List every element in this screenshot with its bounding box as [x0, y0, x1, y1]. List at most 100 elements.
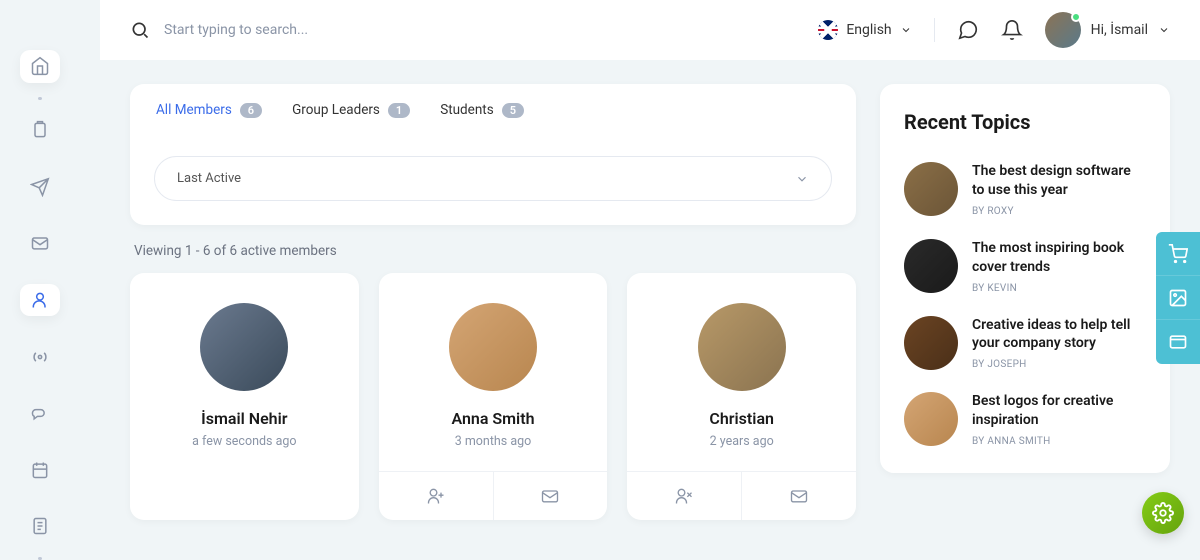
nav-broadcast[interactable] [20, 340, 60, 373]
settings-fab[interactable] [1142, 492, 1184, 534]
nav-calendar[interactable] [20, 454, 60, 487]
window-icon [1168, 332, 1188, 352]
user-x-icon [674, 486, 694, 506]
tab-label: Group Leaders [292, 102, 380, 118]
member-avatar [449, 303, 537, 391]
topic-content: Best logos for creative inspiration BY A… [972, 392, 1146, 447]
topic-title: Creative ideas to help tell your company… [972, 316, 1146, 354]
rail-window-button[interactable] [1156, 320, 1200, 364]
content: All Members 6 Group Leaders 1 Students 5… [130, 84, 1170, 520]
tab-label: All Members [156, 102, 232, 118]
topbar: English Hi, İsmail [100, 0, 1200, 60]
nav-chat[interactable] [20, 397, 60, 430]
member-meta: 2 years ago [647, 434, 836, 449]
rail-image-button[interactable] [1156, 276, 1200, 320]
search-icon [130, 20, 150, 40]
calendar-icon [30, 460, 50, 480]
member-meta: 3 months ago [399, 434, 588, 449]
home-icon [30, 56, 50, 76]
divider [934, 18, 935, 42]
chevron-down-icon [795, 172, 809, 186]
online-status-dot [1071, 12, 1081, 22]
side-rail [1156, 232, 1200, 364]
nav-separator [38, 97, 42, 100]
member-name[interactable]: Anna Smith [399, 409, 588, 428]
member-name[interactable]: Christian [647, 409, 836, 428]
search-input[interactable] [164, 22, 464, 38]
main: All Members 6 Group Leaders 1 Students 5… [100, 60, 1200, 550]
topic-item[interactable]: The best design software to use this yea… [904, 162, 1146, 217]
user-menu[interactable]: Hi, İsmail [1045, 12, 1170, 48]
messages-button[interactable] [957, 19, 979, 41]
notifications-button[interactable] [1001, 19, 1023, 41]
language-label: English [846, 22, 891, 38]
broadcast-icon [30, 347, 50, 367]
right-column: Recent Topics The best design software t… [880, 84, 1170, 520]
message-button[interactable] [742, 472, 856, 520]
topic-item[interactable]: Creative ideas to help tell your company… [904, 316, 1146, 371]
remove-friend-button[interactable] [627, 472, 742, 520]
sidebar [0, 0, 80, 550]
topic-author: BY KEVIN [972, 283, 1146, 294]
tab-all-members[interactable]: All Members 6 [156, 102, 262, 132]
filter-card: All Members 6 Group Leaders 1 Students 5… [130, 84, 856, 225]
topic-avatar [904, 239, 958, 293]
language-switcher[interactable]: English [818, 20, 911, 40]
nav-clipboard[interactable] [20, 114, 60, 147]
topic-item[interactable]: The most inspiring book cover trends BY … [904, 239, 1146, 294]
topic-author: BY ANNA SMITH [972, 436, 1146, 447]
tab-group-leaders[interactable]: Group Leaders 1 [292, 102, 410, 132]
image-icon [1168, 288, 1188, 308]
tab-label: Students [440, 102, 494, 118]
member-card: Anna Smith 3 months ago [379, 273, 608, 520]
tab-students[interactable]: Students 5 [440, 102, 524, 132]
left-column: All Members 6 Group Leaders 1 Students 5… [130, 84, 856, 520]
user-plus-icon [426, 486, 446, 506]
message-icon [957, 19, 979, 41]
chat-icon [30, 403, 50, 423]
tab-badge: 6 [240, 103, 262, 118]
document-icon [30, 516, 50, 536]
topbar-right: English Hi, İsmail [818, 12, 1170, 48]
member-avatar [698, 303, 786, 391]
greeting-text: Hi, İsmail [1091, 22, 1148, 38]
topic-avatar [904, 316, 958, 370]
rail-cart-button[interactable] [1156, 232, 1200, 276]
member-meta: a few seconds ago [150, 434, 339, 449]
sort-select[interactable]: Last Active [154, 156, 832, 201]
sort-label: Last Active [177, 171, 241, 186]
nav-docs[interactable] [20, 510, 60, 543]
message-button[interactable] [494, 472, 608, 520]
nav-send[interactable] [20, 170, 60, 203]
member-name[interactable]: İsmail Nehir [150, 409, 339, 428]
topic-author: BY ROXY [972, 206, 1146, 217]
topic-title: The most inspiring book cover trends [972, 239, 1146, 277]
nav-home[interactable] [20, 50, 60, 83]
recent-topics-title: Recent Topics [904, 110, 1146, 134]
topic-content: Creative ideas to help tell your company… [972, 316, 1146, 371]
add-friend-button[interactable] [379, 472, 494, 520]
paper-plane-icon [30, 177, 50, 197]
chevron-down-icon [1158, 24, 1170, 36]
bell-icon [1001, 19, 1023, 41]
nav-mail[interactable] [20, 227, 60, 260]
topic-avatar [904, 162, 958, 216]
members-grid: İsmail Nehir a few seconds ago Anna Smit… [130, 273, 856, 520]
topic-content: The most inspiring book cover trends BY … [972, 239, 1146, 294]
topic-title: The best design software to use this yea… [972, 162, 1146, 200]
tabs: All Members 6 Group Leaders 1 Students 5 [130, 84, 856, 132]
member-card: İsmail Nehir a few seconds ago [130, 273, 359, 520]
cart-icon [1168, 244, 1188, 264]
gear-icon [1152, 502, 1174, 524]
viewing-text: Viewing 1 - 6 of 6 active members [134, 243, 856, 259]
topic-content: The best design software to use this yea… [972, 162, 1146, 217]
member-avatar [200, 303, 288, 391]
tab-badge: 1 [388, 103, 410, 118]
member-body: Christian 2 years ago [627, 273, 856, 471]
nav-members[interactable] [20, 284, 60, 317]
search [130, 20, 818, 40]
filter-row: Last Active [130, 132, 856, 225]
topic-avatar [904, 392, 958, 446]
envelope-icon [540, 486, 560, 506]
topic-item[interactable]: Best logos for creative inspiration BY A… [904, 392, 1146, 447]
